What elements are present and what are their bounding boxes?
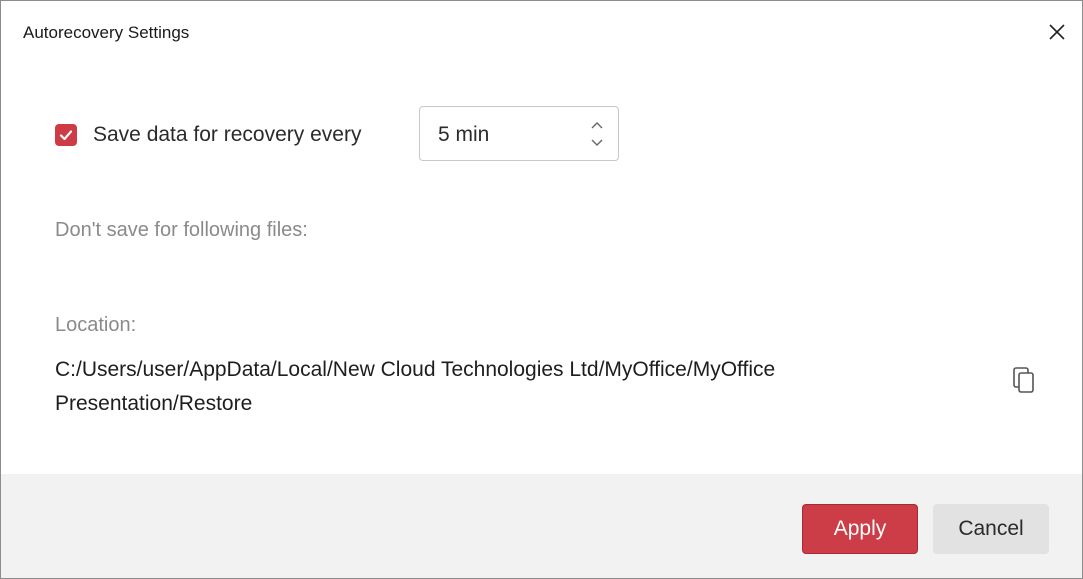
chevron-down-icon (591, 139, 603, 146)
copy-path-button[interactable] (1011, 366, 1037, 396)
location-label: Location: (55, 314, 137, 336)
interval-spinbox[interactable]: 5 min (419, 106, 619, 161)
autosave-checkbox[interactable] (55, 123, 77, 146)
copy-icon (1013, 367, 1034, 393)
dialog-title: Autorecovery Settings (23, 23, 190, 42)
autosave-label[interactable]: Save data for recovery every (93, 123, 361, 147)
interval-increment-button[interactable] (588, 118, 606, 132)
autorecovery-settings-dialog: Autorecovery Settings Save data for reco… (0, 0, 1083, 579)
close-button[interactable] (1042, 17, 1072, 47)
checkmark-icon (59, 129, 73, 140)
cancel-button[interactable]: Cancel (933, 504, 1049, 554)
close-icon (1049, 24, 1065, 40)
dialog-titlebar: Autorecovery Settings (1, 1, 1082, 69)
interval-value[interactable]: 5 min (438, 123, 489, 147)
autosave-row: Save data for recovery every (55, 106, 361, 163)
chevron-up-icon (591, 122, 603, 129)
apply-button[interactable]: Apply (802, 504, 918, 554)
exclusions-label: Don't save for following files: (55, 219, 308, 241)
interval-decrement-button[interactable] (588, 136, 606, 150)
dialog-footer: Apply Cancel (1, 474, 1082, 578)
location-path: C:/Users/user/AppData/Local/New Cloud Te… (55, 358, 776, 415)
